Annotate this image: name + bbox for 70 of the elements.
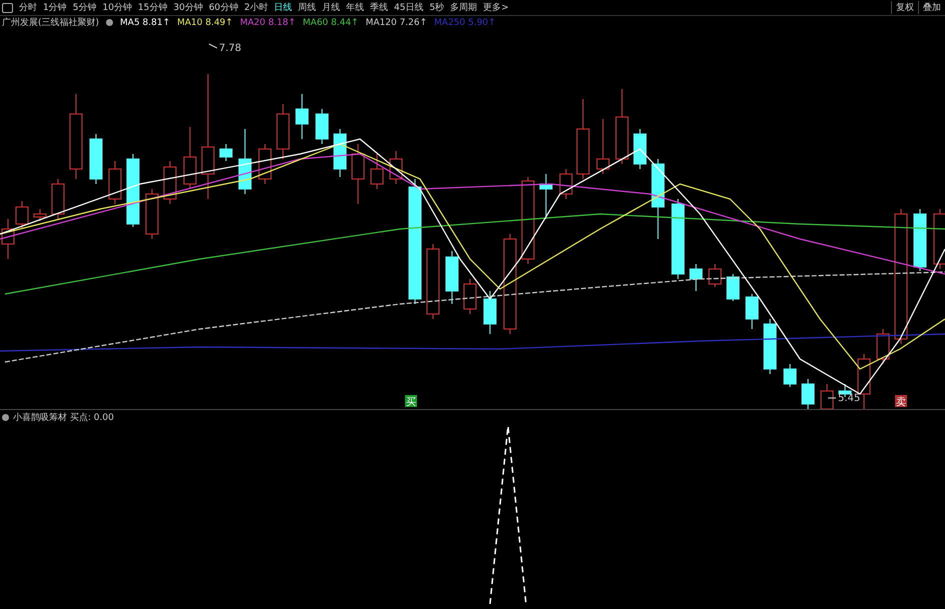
candlestick <box>146 188 158 240</box>
settings-icon[interactable] <box>2 414 9 420</box>
period-tab[interactable]: 15分钟 <box>138 1 168 14</box>
period-tab[interactable]: 分时 <box>19 1 37 14</box>
candlestick <box>560 168 572 200</box>
ma-legend-label: MA120 7.26↑ <box>366 18 428 28</box>
candlestick <box>764 318 776 374</box>
candlestick <box>90 134 102 184</box>
candlestick <box>876 328 890 364</box>
candlestick <box>334 128 346 178</box>
candlestick <box>370 154 384 190</box>
ma-legend-label: MA20 8.18↑ <box>240 18 296 28</box>
candlestick <box>914 208 926 272</box>
candlestick <box>238 128 252 194</box>
toolbar-button[interactable]: 复权 <box>891 1 918 14</box>
panel-icon[interactable] <box>2 2 13 12</box>
period-tab[interactable]: 5秒 <box>429 1 444 14</box>
candlestick <box>634 128 646 170</box>
signal-badge: 卖 <box>895 395 907 408</box>
candlestick <box>352 144 364 204</box>
candlestick <box>52 178 64 220</box>
candlestick <box>858 354 870 409</box>
candlestick <box>690 264 702 292</box>
candlestick <box>390 150 402 184</box>
candlestick <box>540 174 552 220</box>
period-tab[interactable]: 1分钟 <box>43 1 67 14</box>
candlestick <box>16 200 28 230</box>
candlestick <box>820 384 834 409</box>
candlestick <box>316 108 328 144</box>
period-tab[interactable]: 2小时 <box>244 1 268 14</box>
candlestick <box>220 144 232 162</box>
period-tab[interactable]: 日线 <box>274 1 292 14</box>
period-tab[interactable]: 5分钟 <box>72 1 96 14</box>
candlestick <box>446 250 458 304</box>
candlestick <box>184 126 196 190</box>
period-tab[interactable]: 多周期 <box>450 1 478 14</box>
period-tab[interactable]: 年线 <box>346 1 364 14</box>
leader-line <box>208 44 218 48</box>
candlestick <box>596 118 610 174</box>
candlestick <box>464 278 476 314</box>
candlestick <box>276 104 290 160</box>
settings-icon[interactable] <box>106 19 114 26</box>
ma-legend-label: MA60 8.44↑ <box>302 18 359 28</box>
signal-badge: 买 <box>405 395 417 408</box>
high-price-label: 7.78 <box>219 43 242 54</box>
candlestick <box>34 208 46 222</box>
candlestick <box>164 160 176 204</box>
stock-title: 广州发展(三线福社聚财) <box>2 16 100 29</box>
low-price-label: 5.45 <box>838 393 860 404</box>
candlestick <box>108 160 122 204</box>
period-tab[interactable]: 60分钟 <box>208 1 238 14</box>
candlestick <box>784 364 796 388</box>
period-tab[interactable]: 季线 <box>370 1 388 14</box>
toolbar-button[interactable]: 叠加 <box>918 1 945 14</box>
candlestick <box>802 378 814 409</box>
candlestick <box>708 264 722 288</box>
candlestick <box>296 94 308 140</box>
period-tab[interactable]: 30分钟 <box>173 1 203 14</box>
candlestick <box>726 274 740 302</box>
period-tab[interactable]: 月线 <box>322 1 340 14</box>
period-tab[interactable]: 周线 <box>298 1 316 14</box>
period-tab[interactable]: 10分钟 <box>102 1 132 14</box>
candlestick <box>746 294 758 330</box>
candlestick <box>484 290 496 334</box>
ma-legend-label: MA5 8.81↑ <box>120 18 170 28</box>
ma-legend-label: MA10 8.49↑ <box>177 18 233 28</box>
period-tab[interactable]: 更多> <box>483 1 509 14</box>
indicator-label: 小喜鹊吸筹材 买点: 0.00 <box>13 412 114 424</box>
ma-legend-label: MA250 5.90↑ <box>434 18 496 28</box>
period-tab[interactable]: 45日线 <box>394 1 424 14</box>
